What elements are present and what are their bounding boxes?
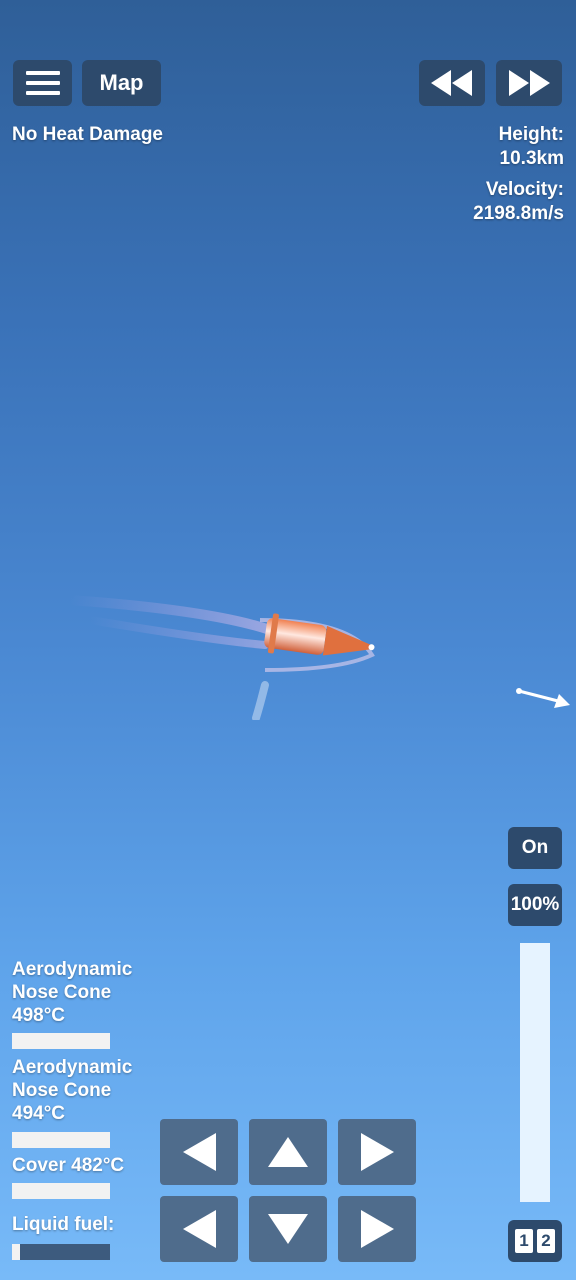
thrust-up-button[interactable]: [249, 1119, 327, 1185]
thrust-down-icon: [268, 1214, 308, 1244]
stage-2[interactable]: 2: [537, 1229, 555, 1253]
fast-forward-button[interactable]: [496, 60, 562, 106]
fuel-label: Liquid fuel:: [12, 1214, 115, 1235]
part-temperature: 498°C: [12, 1005, 66, 1026]
thrust-down-button[interactable]: [249, 1196, 327, 1262]
rotate-right-button[interactable]: [338, 1119, 416, 1185]
thrust-up-icon: [268, 1137, 308, 1167]
rewind-button[interactable]: [419, 60, 485, 106]
rewind-icon: [431, 70, 472, 96]
throttle-slider[interactable]: [520, 943, 550, 1202]
velocity-label: Velocity:: [485, 179, 564, 200]
part-heat-bar: [12, 1132, 110, 1148]
menu-button[interactable]: [13, 60, 72, 106]
map-button[interactable]: Map: [82, 60, 161, 106]
fast-forward-icon: [509, 70, 550, 96]
heat-damage-status: No Heat Damage: [12, 124, 163, 145]
throttle-percent-display[interactable]: 100%: [508, 884, 562, 926]
part-name: Nose Cone: [12, 1080, 112, 1101]
rotate-left-icon: [182, 1133, 216, 1171]
translate-right-icon: [360, 1210, 394, 1248]
part-name: Aerodynamic: [12, 959, 133, 980]
velocity-value: 2198.8m/s: [473, 203, 564, 224]
height-label: Height:: [498, 124, 564, 145]
part-name: Nose Cone: [12, 982, 112, 1003]
translate-left-icon: [182, 1210, 216, 1248]
stage-selector[interactable]: 1 2: [508, 1220, 562, 1262]
prograde-arrow-icon: [516, 688, 570, 708]
part-heat-bar: [12, 1033, 110, 1049]
menu-icon: [25, 71, 60, 95]
fuel-bar: [12, 1244, 110, 1260]
rotate-left-button[interactable]: [160, 1119, 238, 1185]
rocket: [65, 595, 375, 720]
translate-right-button[interactable]: [338, 1196, 416, 1262]
part-heat-bar: [12, 1183, 110, 1199]
part-name: Aerodynamic: [12, 1057, 133, 1078]
translate-left-button[interactable]: [160, 1196, 238, 1262]
rotate-right-icon: [360, 1133, 394, 1171]
height-value: 10.3km: [499, 148, 564, 169]
part-temperature: 494°C: [12, 1103, 66, 1124]
stage-1[interactable]: 1: [515, 1229, 533, 1253]
engine-toggle-button[interactable]: On: [508, 827, 562, 869]
part-temperature: Cover 482°C: [12, 1155, 125, 1176]
throttle-fill: [520, 943, 550, 1202]
fuel-fill: [12, 1244, 20, 1260]
